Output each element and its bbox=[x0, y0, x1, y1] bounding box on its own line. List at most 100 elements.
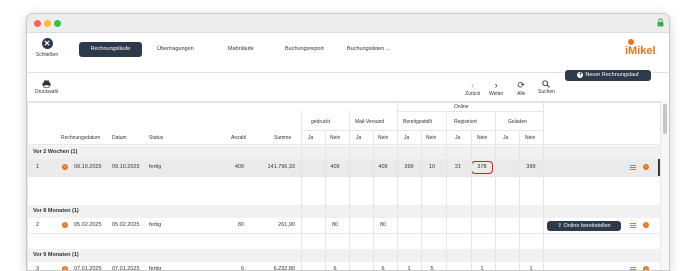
cell-status: fertig bbox=[149, 266, 162, 271]
upload-icon: ⇪ bbox=[557, 223, 562, 229]
col-datum[interactable]: Datum bbox=[112, 135, 127, 141]
cell-status: fertig bbox=[149, 164, 162, 170]
col-rechnungsdatum[interactable]: Rechnungsdatum bbox=[61, 135, 100, 141]
open-arrow-icon[interactable]: › bbox=[643, 266, 649, 270]
highlight-marker bbox=[471, 161, 493, 174]
row-number: 2 bbox=[36, 222, 40, 228]
back-button[interactable]: ‹ Zurück bbox=[465, 80, 480, 97]
details-list-icon[interactable] bbox=[630, 267, 636, 270]
details-list-icon[interactable] bbox=[630, 165, 636, 170]
col-bereit-nein: Nein bbox=[426, 135, 437, 141]
close-button[interactable]: ✕ Schließen bbox=[33, 38, 61, 58]
arrow-right-icon[interactable]: › bbox=[62, 164, 68, 170]
col-mail: Mail-Versand bbox=[355, 119, 385, 125]
chevron-left-icon: ‹ bbox=[471, 80, 475, 90]
new-invoice-run-button[interactable]: + Neuer Rechnungslauf bbox=[565, 70, 651, 81]
cell-gedruckt-nein: 409 bbox=[330, 164, 340, 170]
cell-rechnungsdatum: 05.02.2025 bbox=[74, 222, 102, 228]
cell-datum: 09.10.2025 bbox=[112, 164, 140, 170]
app-window: ✕ Schließen Rechnungsläufe Übertragungen… bbox=[26, 13, 670, 271]
cell-anzahl: 409 bbox=[234, 164, 244, 170]
tab-rechnungslaeufe[interactable]: Rechnungsläufe bbox=[79, 42, 142, 57]
cell-bereit-ja: 1 bbox=[407, 266, 411, 271]
cell-reg-nein: 1 bbox=[480, 266, 484, 271]
open-arrow-icon[interactable]: › bbox=[643, 222, 649, 228]
tab-buchungsreport[interactable]: Buchungsreport bbox=[285, 42, 324, 57]
cell-bereit-nein: 5 bbox=[430, 266, 434, 271]
open-arrow-icon[interactable]: › bbox=[643, 164, 649, 170]
col-gedruckt-nein: Nein bbox=[330, 135, 341, 141]
all-button[interactable]: ⟳ Alle bbox=[517, 80, 525, 97]
cell-geladen-nein: 1 bbox=[529, 266, 533, 271]
col-summe[interactable]: Summe bbox=[274, 135, 291, 141]
col-reg-ja: Ja bbox=[455, 135, 461, 141]
col-gedruckt-ja: Ja bbox=[308, 135, 314, 141]
refresh-icon: ⟳ bbox=[517, 80, 525, 90]
tab-uebertragungen[interactable]: Übertragungen bbox=[157, 42, 194, 57]
svg-text:iMikel: iMikel bbox=[625, 45, 656, 57]
col-online: Online bbox=[454, 104, 469, 110]
print-button[interactable]: Druckwahl bbox=[35, 80, 58, 95]
arrow-right-icon[interactable]: › bbox=[62, 222, 68, 228]
cell-bereit-ja: 399 bbox=[404, 164, 414, 170]
tab-buchungslisten[interactable]: Buchungslisten ... bbox=[347, 42, 390, 57]
cell-mail-nein: 6 bbox=[381, 266, 385, 271]
details-list-icon[interactable] bbox=[630, 223, 636, 228]
close-icon: ✕ bbox=[41, 38, 53, 49]
table-row[interactable]: 1 › 09.10.2025 09.10.2025 fertig 409 141… bbox=[28, 159, 661, 176]
row-number: 1 bbox=[36, 164, 40, 170]
col-anzahl[interactable]: Anzahl bbox=[231, 135, 246, 141]
col-status[interactable]: Status bbox=[149, 135, 163, 141]
cell-datum: 05.02.2025 bbox=[112, 222, 140, 228]
col-geladen-nein: Nein bbox=[525, 135, 536, 141]
col-mail-nein: Nein bbox=[378, 135, 389, 141]
row-number: 3 bbox=[36, 266, 40, 271]
col-bereit-ja: Ja bbox=[404, 135, 410, 141]
col-reg-nein: Nein bbox=[477, 135, 488, 141]
search-button[interactable]: Suchen bbox=[538, 80, 555, 95]
vertical-scrollbar[interactable] bbox=[660, 101, 669, 270]
scrollbar-thumb[interactable] bbox=[663, 104, 667, 134]
cell-mail-nein: 80 bbox=[379, 222, 387, 228]
title-bar bbox=[27, 14, 669, 33]
chevron-right-icon: › bbox=[494, 80, 498, 90]
cell-rechnungsdatum: 09.10.2025 bbox=[74, 164, 102, 170]
close-label: Schließen bbox=[35, 52, 59, 58]
table-row[interactable]: 3 › 07.01.2025 07.01.2025 fertig 6 6.232… bbox=[28, 262, 661, 271]
group-header[interactable]: Vor 2 Wochen (1) bbox=[28, 146, 661, 159]
plus-icon: + bbox=[577, 71, 584, 78]
col-geladen-ja: Ja bbox=[503, 135, 509, 141]
imikel-logo: iMikel bbox=[625, 39, 656, 57]
tab-mahnlaeufe[interactable]: Mahnläufe bbox=[228, 42, 254, 57]
cell-anzahl: 6 bbox=[240, 266, 244, 271]
arrow-right-icon[interactable]: › bbox=[62, 266, 68, 270]
col-mail-ja: Ja bbox=[356, 135, 362, 141]
window-close-dot[interactable] bbox=[34, 20, 41, 27]
col-registriert: Registriert bbox=[454, 119, 477, 125]
all-label: Alle bbox=[517, 91, 526, 97]
cell-status: fertig bbox=[149, 222, 162, 228]
group-header[interactable]: Vor 9 Monaten (1) bbox=[28, 249, 661, 262]
cell-geladen-nein: 399 bbox=[526, 164, 536, 170]
next-label: Weiter bbox=[489, 91, 504, 97]
table-row[interactable]: 2 › 05.02.2025 05.02.2025 fertig 80 261,… bbox=[28, 218, 661, 233]
cell-gedruckt-nein: 80 bbox=[331, 222, 339, 228]
window-zoom-dot[interactable] bbox=[54, 20, 61, 27]
cell-reg-ja: 21 bbox=[454, 164, 462, 170]
cell-mail-nein: 409 bbox=[378, 164, 388, 170]
printer-icon bbox=[42, 80, 51, 88]
next-button[interactable]: › Weiter bbox=[489, 80, 503, 97]
cell-summe: 141.796,33 bbox=[267, 164, 295, 170]
publish-online-label: Online bereitstellen bbox=[563, 223, 611, 229]
publish-online-button[interactable]: ⇪ Online bereitstellen bbox=[547, 221, 621, 231]
cell-summe: 261,90 bbox=[278, 222, 295, 228]
group-header[interactable]: Vor 8 Monaten (1) bbox=[28, 205, 661, 218]
invoice-runs-table: Online gedruckt Mail-Versand Bereitgeste… bbox=[27, 101, 661, 271]
col-bereitgestellt: Bereitgestellt bbox=[403, 119, 432, 125]
window-minimize-dot[interactable] bbox=[44, 20, 51, 27]
top-navigation: ✕ Schließen Rechnungsläufe Übertragungen… bbox=[27, 33, 669, 73]
cell-anzahl: 80 bbox=[237, 222, 244, 228]
cell-bereit-nein: 10 bbox=[428, 164, 436, 170]
col-gedruckt: gedruckt bbox=[311, 119, 331, 125]
cell-datum: 07.01.2025 bbox=[112, 266, 140, 271]
